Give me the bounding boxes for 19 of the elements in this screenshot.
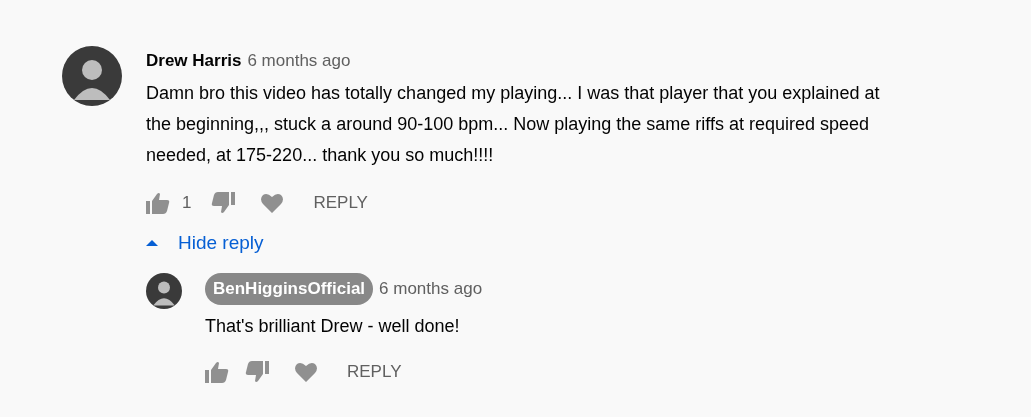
author-name[interactable]: BenHigginsOfficial	[205, 273, 374, 305]
heart-icon[interactable]	[261, 192, 284, 213]
reply-button[interactable]: REPLY	[347, 358, 402, 385]
avatar[interactable]	[62, 46, 122, 106]
caret-icon	[146, 238, 158, 247]
author-name[interactable]: Drew Harris	[146, 48, 242, 74]
like-count: 1	[182, 191, 192, 214]
thumbs-up-icon[interactable]	[146, 191, 170, 214]
thumbs-up-icon[interactable]	[205, 360, 229, 383]
hide-replies-button[interactable]: Hide reply	[146, 228, 264, 257]
comment-time[interactable]: 6 months ago	[379, 276, 483, 302]
avatar[interactable]	[146, 273, 182, 309]
comment-text: That's brilliant Drew - well done!	[205, 314, 461, 338]
thumbs-down-icon[interactable]	[245, 360, 269, 383]
heart-icon[interactable]	[295, 361, 317, 382]
reply-button[interactable]: REPLY	[313, 189, 368, 216]
comment-text: Damn bro this video has totally changed my playing... I was that player that you explained at the beginning,,, stuck a around 90-100 bpm... Now playing the same riffs at required speed needed, at 175-220... thank you so much!!!!	[146, 81, 881, 167]
thumbs-down-icon[interactable]	[211, 191, 236, 214]
comment-time[interactable]: 6 months ago	[247, 48, 351, 74]
